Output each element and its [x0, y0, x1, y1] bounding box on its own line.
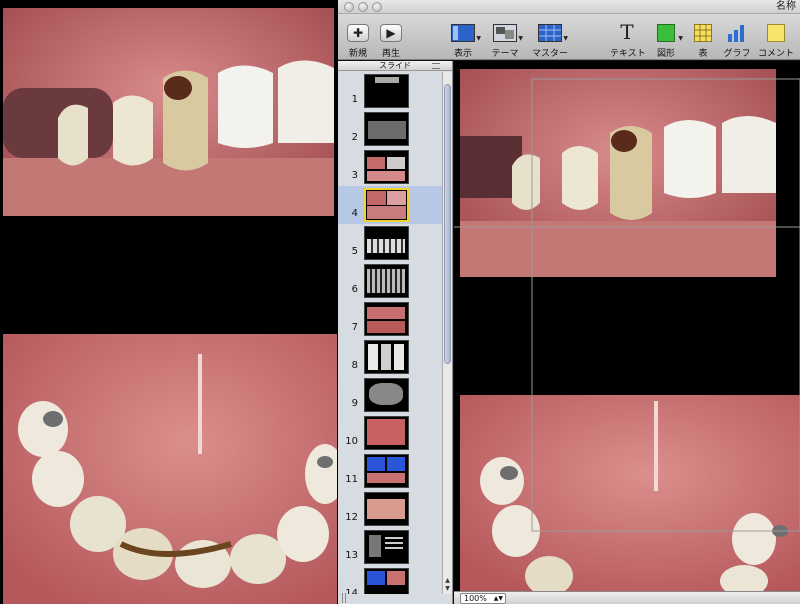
shape-label: 図形: [656, 49, 675, 59]
slide-thumbnail[interactable]: [364, 530, 409, 564]
theme-icon: ▼: [493, 24, 523, 42]
slide-number: 11: [345, 474, 358, 485]
slide-number: 2: [351, 132, 358, 143]
slide-thumbnail[interactable]: [364, 74, 409, 108]
slide-canvas[interactable]: [454, 61, 800, 591]
comment-label: コメント: [757, 49, 794, 59]
slide-thumbnail-row[interactable]: 2: [338, 110, 442, 148]
slide-thumbnail-row[interactable]: 12: [338, 490, 442, 528]
chart-label: グラフ: [723, 49, 751, 59]
navigator-title: スライド: [379, 61, 411, 70]
slide-number: 7: [351, 322, 358, 333]
slide-thumbnail-row[interactable]: 4: [338, 186, 442, 224]
slide-list: 1 2 3 4 5 6 7 8 9 10 11 12 13 14: [338, 72, 442, 594]
slide-photo-lower[interactable]: [460, 395, 800, 591]
slide-thumbnail-row[interactable]: 1: [338, 72, 442, 110]
comment-icon: [767, 24, 785, 42]
view-icon: ▼: [451, 24, 481, 42]
slide-number: 12: [345, 512, 358, 523]
slide-thumbnail[interactable]: [364, 264, 409, 298]
dental-photo-upper: [3, 8, 334, 216]
slide-number: 10: [345, 436, 358, 447]
play-label: 再生: [381, 49, 400, 59]
slide-thumbnail-row[interactable]: 13: [338, 528, 442, 566]
slide-thumbnail-row[interactable]: 14: [338, 566, 442, 594]
text-icon: T: [620, 20, 634, 44]
table-label: 表: [698, 49, 708, 59]
zoom-value: 100%: [464, 594, 487, 603]
slide-thumbnail[interactable]: [364, 416, 409, 450]
slide-thumbnail[interactable]: [364, 378, 409, 412]
scroll-down-icon[interactable]: ▼: [443, 585, 452, 593]
table-button[interactable]: 表: [692, 14, 714, 60]
slide-thumbnail[interactable]: [364, 150, 409, 184]
slide-number: 6: [351, 284, 358, 295]
slide-thumbnail-row[interactable]: 10: [338, 414, 442, 452]
shape-icon: ▼: [657, 24, 683, 42]
zoom-select[interactable]: 100% ▲▼: [460, 593, 506, 604]
new-slide-label: 新規: [348, 49, 367, 59]
play-icon: ▶: [380, 24, 402, 42]
slide-thumbnail[interactable]: [364, 454, 409, 488]
slide-thumbnail[interactable]: [364, 188, 409, 222]
table-icon: [694, 24, 712, 42]
slide-number: 1: [351, 94, 358, 105]
view-label: 表示: [453, 49, 472, 59]
plus-icon: ✚: [347, 24, 369, 42]
slide-thumbnail-row[interactable]: 8: [338, 338, 442, 376]
slide-number: 3: [351, 170, 358, 181]
slide-photo-upper[interactable]: [460, 69, 776, 277]
slide-thumbnail-row[interactable]: 11: [338, 452, 442, 490]
navigator-menu-icon[interactable]: [432, 63, 440, 69]
slide-number: 13: [345, 550, 358, 561]
slide-thumbnail-row[interactable]: 9: [338, 376, 442, 414]
theme-label: テーマ: [491, 49, 519, 59]
screen: 名称 ✚ 新規 ▶ 再生 ▼ 表示 ▼ テーマ ▼ マスター T テキスト ▼ …: [0, 0, 800, 604]
master-button[interactable]: ▼ マスター: [532, 14, 568, 60]
slide-thumbnail[interactable]: [364, 568, 409, 594]
navigator-header: スライド: [338, 61, 452, 71]
toolbar: ✚ 新規 ▶ 再生 ▼ 表示 ▼ テーマ ▼ マスター T テキスト ▼ 図形 …: [338, 14, 800, 60]
slide-number: 4: [351, 208, 358, 219]
master-label: マスター: [532, 49, 569, 59]
slide-thumbnail-row[interactable]: 3: [338, 148, 442, 186]
shape-button[interactable]: ▼ 図形: [654, 14, 683, 60]
chart-icon: [727, 24, 747, 42]
slide-number: 9: [351, 398, 358, 409]
resize-grip[interactable]: [342, 593, 346, 603]
window-title: 名称: [776, 1, 796, 12]
new-slide-button[interactable]: ✚ 新規: [346, 14, 370, 60]
bottom-bar: 100% ▲▼: [342, 591, 800, 604]
minimize-window-button[interactable]: [358, 2, 368, 12]
updown-arrow-icon: ▲▼: [493, 595, 503, 602]
zoom-window-button[interactable]: [372, 2, 382, 12]
slide-thumbnail[interactable]: [364, 112, 409, 146]
slide-thumbnail[interactable]: [364, 492, 409, 526]
navigator-scrollbar[interactable]: ▲ ▼: [442, 72, 452, 594]
slide-thumbnail[interactable]: [364, 226, 409, 260]
keynote-window: 名称 ✚ 新規 ▶ 再生 ▼ 表示 ▼ テーマ ▼ マスター T テキスト ▼ …: [338, 0, 800, 604]
master-icon: ▼: [538, 24, 568, 42]
slide-thumbnail[interactable]: [364, 302, 409, 336]
slide-thumbnail[interactable]: [364, 340, 409, 374]
chart-button[interactable]: グラフ: [722, 14, 752, 60]
dental-photo-lower: [3, 334, 337, 604]
scrollbar-thumb[interactable]: [444, 84, 451, 364]
slide-thumbnail-row[interactable]: 5: [338, 224, 442, 262]
title-bar[interactable]: 名称: [338, 0, 800, 14]
close-window-button[interactable]: [344, 2, 354, 12]
slide-thumbnail-row[interactable]: 7: [338, 300, 442, 338]
text-button[interactable]: T テキスト: [610, 14, 646, 60]
text-label: テキスト: [610, 49, 646, 59]
theme-button[interactable]: ▼ テーマ: [488, 14, 523, 60]
slide-thumbnail-row[interactable]: 6: [338, 262, 442, 300]
slide-number: 5: [351, 246, 358, 257]
scroll-up-icon[interactable]: ▲: [443, 577, 452, 585]
view-button[interactable]: ▼ 表示: [448, 14, 481, 60]
comment-button[interactable]: コメント: [756, 14, 796, 60]
play-button[interactable]: ▶ 再生: [378, 14, 404, 60]
slide-navigator: スライド 1 2 3 4 5 6 7 8 9 10 11 12 13 14 ▲ ▼: [338, 61, 453, 604]
slide-number: 8: [351, 360, 358, 371]
